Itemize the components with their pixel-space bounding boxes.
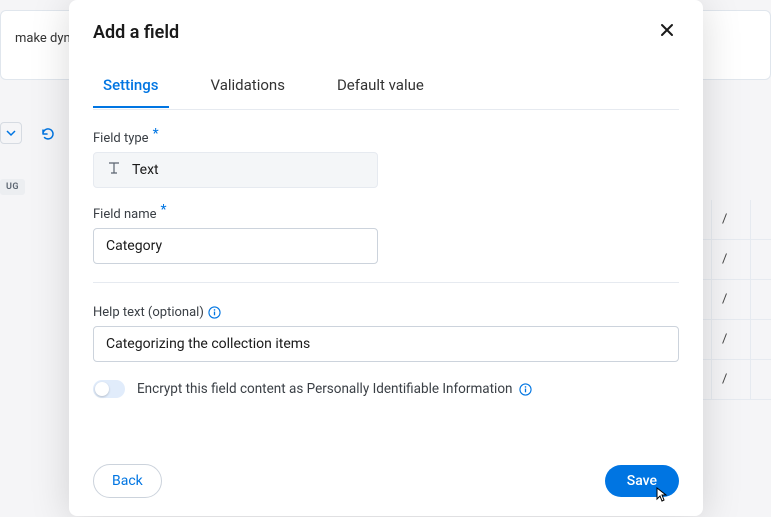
help-text-group: Help text (optional): [93, 305, 679, 362]
encrypt-label: Encrypt this field content as Personally…: [137, 381, 533, 397]
modal-header: Add a field: [69, 0, 703, 46]
field-type-value: Text: [132, 162, 159, 178]
field-name-label-text: Field name: [93, 207, 157, 222]
modal-tabs: Settings Validations Default value: [69, 68, 703, 109]
field-type-label: Field type *: [93, 130, 679, 146]
save-button[interactable]: Save: [605, 465, 679, 497]
tab-default-value[interactable]: Default value: [327, 68, 434, 108]
background-slug-badge: UG: [0, 179, 25, 195]
field-type-group: Field type * Text: [93, 130, 679, 188]
close-icon: [659, 22, 675, 38]
help-text-label-text: Help text (optional): [93, 305, 204, 320]
field-name-label: Field name *: [93, 206, 679, 222]
encrypt-toggle[interactable]: [93, 380, 125, 398]
chevron-down-icon: [6, 128, 16, 138]
add-field-modal: Add a field Settings Validations Default…: [69, 0, 703, 516]
close-button[interactable]: [655, 18, 679, 46]
mouse-cursor-icon: [655, 487, 669, 507]
background-refresh-button[interactable]: [40, 126, 56, 146]
refresh-icon: [40, 126, 56, 142]
info-icon[interactable]: [208, 306, 222, 320]
info-icon[interactable]: [519, 382, 533, 396]
tab-settings[interactable]: Settings: [93, 68, 169, 108]
tab-validations[interactable]: Validations: [201, 68, 295, 108]
encrypt-label-text: Encrypt this field content as Personally…: [137, 381, 513, 397]
background-dropdown[interactable]: [0, 122, 22, 144]
divider: [93, 282, 679, 283]
modal-title: Add a field: [93, 22, 179, 43]
help-text-label: Help text (optional): [93, 305, 679, 320]
field-type-selector[interactable]: Text: [93, 152, 378, 188]
help-text-input[interactable]: [93, 326, 679, 362]
text-type-icon: [106, 160, 122, 180]
encrypt-row: Encrypt this field content as Personally…: [93, 380, 679, 398]
required-indicator: *: [153, 126, 159, 142]
field-name-group: Field name *: [93, 206, 679, 264]
modal-body: Field type * Text Field name * Help text…: [69, 110, 703, 448]
back-button[interactable]: Back: [93, 464, 162, 498]
modal-footer: Back Save: [69, 448, 703, 516]
field-type-label-text: Field type: [93, 131, 149, 146]
required-indicator: *: [161, 202, 167, 218]
field-name-input[interactable]: [93, 228, 378, 264]
save-button-label: Save: [627, 473, 657, 489]
